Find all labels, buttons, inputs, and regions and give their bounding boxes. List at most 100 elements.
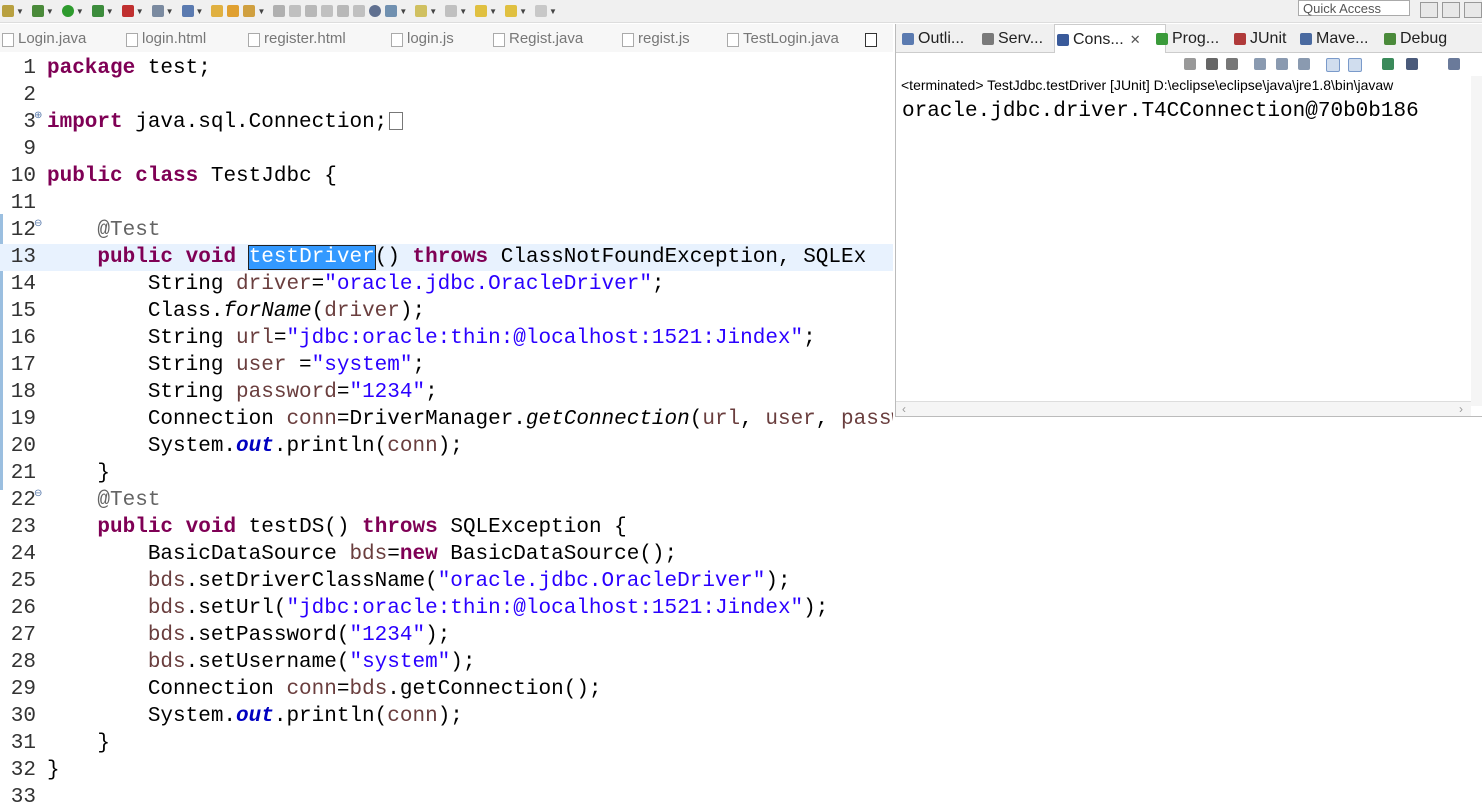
code-line[interactable]: 29 Connection conn=bds.getConnection(); xyxy=(0,676,893,703)
debug-icon[interactable] xyxy=(31,5,44,17)
toggle-icon[interactable] xyxy=(305,5,318,17)
tab-login-java[interactable]: Login.java xyxy=(0,24,86,52)
back-icon[interactable] xyxy=(475,5,488,17)
show-on-stdout-icon[interactable] xyxy=(1326,58,1340,72)
external-tools-icon[interactable] xyxy=(121,5,134,17)
build-dropdown-icon[interactable]: ▼ xyxy=(16,7,24,16)
back-dropdown-icon[interactable]: ▼ xyxy=(489,7,497,16)
coverage-icon[interactable] xyxy=(91,5,104,17)
code-editor[interactable]: 1 package test; 2 3 ⊕ import java.sql.Conne… xyxy=(0,52,893,808)
run-icon[interactable] xyxy=(61,5,74,17)
code-line[interactable]: 15 Class.forName(driver); xyxy=(0,298,893,325)
code-line[interactable]: 26 bds.setUrl("jdbc:oracle:thin:@localho… xyxy=(0,595,893,622)
show-on-stderr-icon[interactable] xyxy=(1348,58,1362,72)
remove-all-icon[interactable] xyxy=(1226,58,1238,70)
forward-history-dropdown-icon[interactable]: ▼ xyxy=(549,7,557,16)
tab-regist-java[interactable]: Regist.java xyxy=(491,24,583,52)
clear-console-icon[interactable] xyxy=(1254,58,1266,70)
build-icon[interactable] xyxy=(2,5,14,17)
prev-annotation-dropdown-icon[interactable]: ▼ xyxy=(459,7,467,16)
display-console-icon[interactable] xyxy=(1406,58,1418,70)
code-line[interactable]: 32} xyxy=(0,757,893,784)
code-line[interactable]: 19 Connection conn=DriverManager.getConn… xyxy=(0,406,893,433)
open-folder-icon[interactable] xyxy=(211,5,224,17)
code-line[interactable]: 11 xyxy=(0,190,893,217)
pin-dropdown-icon[interactable]: ▼ xyxy=(399,7,407,16)
code-line[interactable]: 22 ⊖ @Test xyxy=(0,487,893,514)
tab-login-html[interactable]: login.html xyxy=(124,24,206,52)
annotation-icon[interactable] xyxy=(273,5,286,17)
horizontal-scrollbar[interactable]: ‹ › xyxy=(896,401,1471,416)
code-line[interactable]: 21 } xyxy=(0,460,893,487)
code-line[interactable]: 10 public class TestJdbc { xyxy=(0,163,893,190)
globe-icon[interactable] xyxy=(369,5,382,17)
code-line[interactable]: 1 package test; xyxy=(0,55,893,82)
vertical-scrollbar[interactable] xyxy=(1471,76,1482,406)
show-whitespace-icon[interactable] xyxy=(353,5,366,17)
tab-junit[interactable]: JUnit xyxy=(1232,24,1286,52)
code-line[interactable]: 17 String user ="system"; xyxy=(0,352,893,379)
code-line[interactable]: 9 xyxy=(0,136,893,163)
tab-console[interactable]: Cons... ✕ xyxy=(1054,24,1166,53)
next-annotation-dropdown-icon[interactable]: ▼ xyxy=(429,7,437,16)
code-line[interactable]: 24 BasicDataSource bds=new BasicDataSour… xyxy=(0,541,893,568)
external-tools-dropdown-icon[interactable]: ▼ xyxy=(136,7,144,16)
forward-dropdown-icon[interactable]: ▼ xyxy=(519,7,527,16)
code-line[interactable]: 20 System.out.println(conn); xyxy=(0,433,893,460)
code-line[interactable]: 33 xyxy=(0,784,893,808)
code-line[interactable]: 27 bds.setPassword("1234"); xyxy=(0,622,893,649)
tab-register-html[interactable]: register.html xyxy=(246,24,346,52)
code-line[interactable]: 14 String driver="oracle.jdbc.OracleDriv… xyxy=(0,271,893,298)
open-perspective-icon[interactable] xyxy=(1420,2,1438,18)
code-line[interactable]: 25 bds.setDriverClassName("oracle.jdbc.O… xyxy=(0,568,893,595)
collapse-fold-icon[interactable]: ⊖ xyxy=(34,481,42,508)
code-line[interactable]: 30 System.out.println(conn); xyxy=(0,703,893,730)
forward-history-icon[interactable] xyxy=(534,5,547,17)
scroll-left-icon[interactable]: ‹ xyxy=(902,402,906,416)
tab-login-js[interactable]: login.js xyxy=(389,24,454,52)
code-line[interactable]: 2 xyxy=(0,82,893,109)
search-icon[interactable] xyxy=(243,5,256,17)
code-line[interactable]: 28 bds.setUsername("system"); xyxy=(0,649,893,676)
next-annotation-icon[interactable] xyxy=(415,5,428,17)
word-wrap-icon[interactable] xyxy=(1298,58,1310,70)
scroll-lock-icon[interactable] xyxy=(1276,58,1288,70)
search-dropdown-icon[interactable]: ▼ xyxy=(257,7,265,16)
code-line[interactable]: 31 } xyxy=(0,730,893,757)
tab-regist-js[interactable]: regist.js xyxy=(620,24,690,52)
code-line[interactable]: 23 public void testDS() throws SQLExcept… xyxy=(0,514,893,541)
java-ee-perspective-icon[interactable] xyxy=(1442,2,1460,18)
new-wizard-icon[interactable] xyxy=(181,5,194,17)
forward-icon[interactable] xyxy=(505,5,518,17)
tab-outline[interactable]: Outli... xyxy=(900,24,964,52)
code-line[interactable]: 18 String password="1234"; xyxy=(0,379,893,406)
pin-console-icon[interactable] xyxy=(1382,58,1394,70)
tab-progress[interactable]: Prog... xyxy=(1154,24,1219,52)
run-dropdown-icon[interactable]: ▼ xyxy=(76,7,84,16)
block-icon[interactable] xyxy=(337,5,350,17)
remove-launch-icon[interactable] xyxy=(1206,58,1218,70)
expand-fold-icon[interactable]: ⊕ xyxy=(34,103,42,130)
tab-maven[interactable]: Mave... xyxy=(1298,24,1368,52)
tab-debug[interactable]: Debug xyxy=(1382,24,1447,52)
open-type-icon[interactable] xyxy=(227,5,240,17)
tab-servers[interactable]: Serv... xyxy=(980,24,1043,52)
scroll-right-icon[interactable]: › xyxy=(1459,402,1463,416)
tab-testlogin-java[interactable]: TestLogin.java xyxy=(725,24,839,52)
prev-annotation-icon[interactable] xyxy=(445,5,458,17)
coverage-dropdown-icon[interactable]: ▼ xyxy=(106,7,114,16)
new-server-dropdown-icon[interactable]: ▼ xyxy=(166,7,174,16)
debug-dropdown-icon[interactable]: ▼ xyxy=(46,7,54,16)
close-icon[interactable]: ✕ xyxy=(1130,32,1141,47)
new-server-icon[interactable] xyxy=(151,5,164,17)
new-wizard-dropdown-icon[interactable]: ▼ xyxy=(196,7,204,16)
open-console-icon[interactable] xyxy=(1448,58,1460,70)
code-line[interactable]: 16 String url="jdbc:oracle:thin:@localho… xyxy=(0,325,893,352)
code-line[interactable]: 3 ⊕ import java.sql.Connection; xyxy=(0,109,893,136)
java-perspective-icon[interactable] xyxy=(1464,2,1482,18)
code-line-current[interactable]: 13 public void testDriver() throws Class… xyxy=(0,244,893,271)
terminate-icon[interactable] xyxy=(1184,58,1196,70)
code-line[interactable]: 12 ⊖ @Test xyxy=(0,217,893,244)
folded-imports-marker[interactable] xyxy=(389,112,404,131)
console-output[interactable]: oracle.jdbc.driver.T4CConnection@70b0b18… xyxy=(902,100,1419,123)
